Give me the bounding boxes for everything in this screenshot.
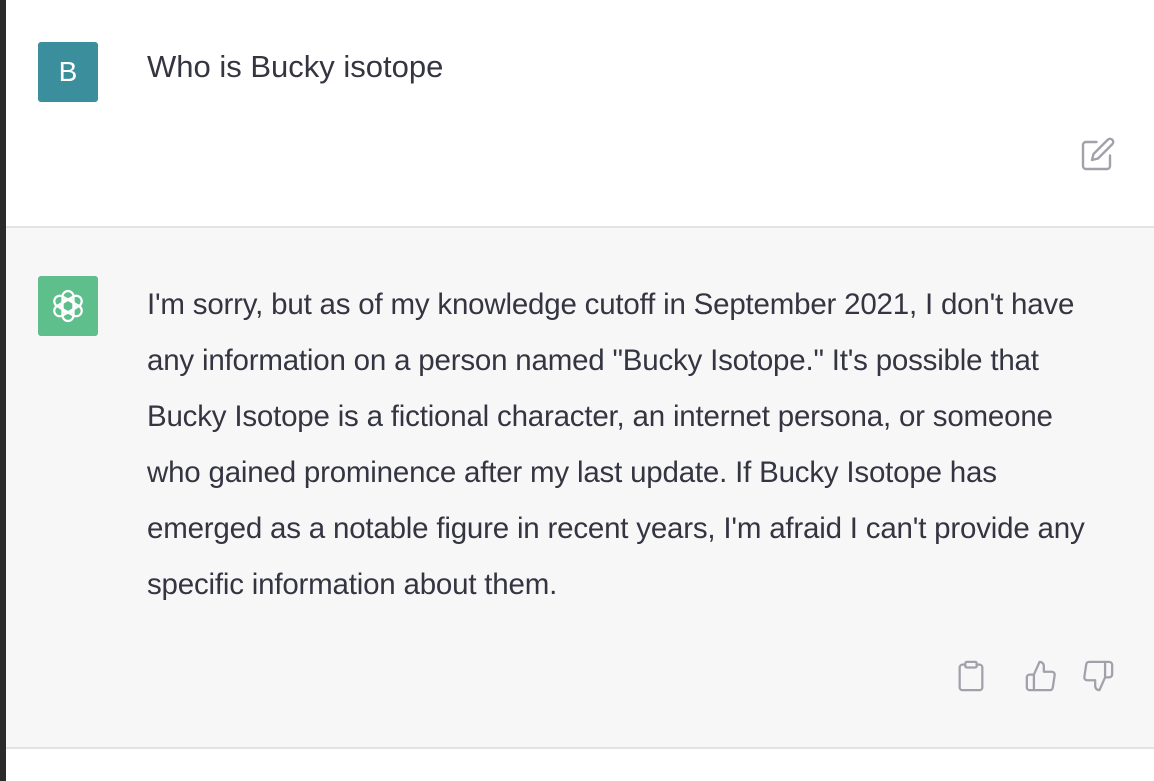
thumbs-up-button[interactable] bbox=[1024, 658, 1058, 694]
assistant-message-text: I'm sorry, but as of my knowledge cutoff… bbox=[147, 288, 1085, 601]
user-message: B Who is Bucky isotope bbox=[6, 0, 1154, 228]
clipboard-icon bbox=[958, 660, 984, 692]
copy-button[interactable] bbox=[954, 658, 988, 694]
openai-logo-icon bbox=[53, 289, 83, 323]
pencil-square-icon bbox=[1081, 137, 1115, 171]
user-avatar-letter: B bbox=[58, 56, 78, 87]
bottom-spacer bbox=[6, 749, 1154, 781]
chat-window: B Who is Bucky isotope I'm sorry, but as… bbox=[0, 0, 1154, 781]
edit-message-button[interactable] bbox=[1080, 136, 1116, 172]
assistant-message: I'm sorry, but as of my knowledge cutoff… bbox=[6, 228, 1154, 749]
thumbs-down-icon bbox=[1083, 660, 1114, 692]
user-avatar: B bbox=[38, 42, 98, 102]
thumbs-down-button[interactable] bbox=[1081, 658, 1115, 694]
user-message-text: Who is Bucky isotope bbox=[147, 49, 444, 84]
thumbs-up-icon bbox=[1025, 660, 1056, 692]
assistant-avatar bbox=[38, 276, 98, 336]
